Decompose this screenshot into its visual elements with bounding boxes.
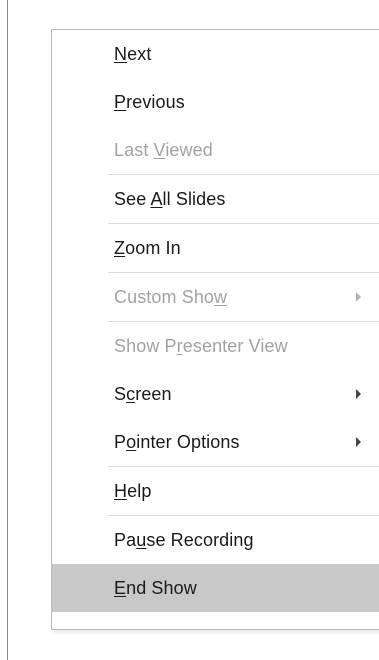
menu-item-label: Show Presenter View bbox=[114, 335, 288, 356]
menu-item-end-show[interactable]: End Show bbox=[52, 564, 379, 612]
context-menu: Next Previous Last Viewed See All Slides… bbox=[51, 29, 379, 630]
submenu-arrow-icon bbox=[356, 437, 361, 447]
menu-item-label: Next bbox=[114, 43, 152, 64]
menu-item-label: Help bbox=[114, 480, 152, 501]
menu-item-label: Zoom In bbox=[114, 237, 181, 258]
menu-item-see-all-slides[interactable]: See All Slides bbox=[52, 175, 379, 223]
slideshow-context-menu-screen: Next Previous Last Viewed See All Slides… bbox=[0, 0, 379, 660]
menu-item-next[interactable]: Next bbox=[52, 30, 379, 78]
menu-item-help[interactable]: Help bbox=[52, 467, 379, 515]
menu-item-zoom-in[interactable]: Zoom In bbox=[52, 224, 379, 272]
submenu-arrow-icon bbox=[356, 389, 361, 399]
menu-item-label: Previous bbox=[114, 91, 185, 112]
menu-item-last-viewed: Last Viewed bbox=[52, 126, 379, 174]
menu-item-previous[interactable]: Previous bbox=[52, 78, 379, 126]
menu-item-label: See All Slides bbox=[114, 188, 226, 209]
menu-item-label: Last Viewed bbox=[114, 139, 213, 160]
menu-item-pause-recording[interactable]: Pause Recording bbox=[52, 516, 379, 564]
menu-item-label: Custom Show bbox=[114, 286, 228, 307]
submenu-arrow-icon bbox=[356, 292, 361, 302]
menu-item-label: Screen bbox=[114, 383, 172, 404]
menu-item-label: End Show bbox=[114, 577, 197, 598]
menu-item-pointer-options[interactable]: Pointer Options bbox=[52, 418, 379, 466]
menu-item-label: Pause Recording bbox=[114, 529, 254, 550]
menu-item-label: Pointer Options bbox=[114, 431, 240, 452]
menu-item-custom-show: Custom Show bbox=[52, 273, 379, 321]
window-edge bbox=[7, 0, 8, 660]
menu-item-show-presenter-view: Show Presenter View bbox=[52, 322, 379, 370]
menu-item-screen[interactable]: Screen bbox=[52, 370, 379, 418]
